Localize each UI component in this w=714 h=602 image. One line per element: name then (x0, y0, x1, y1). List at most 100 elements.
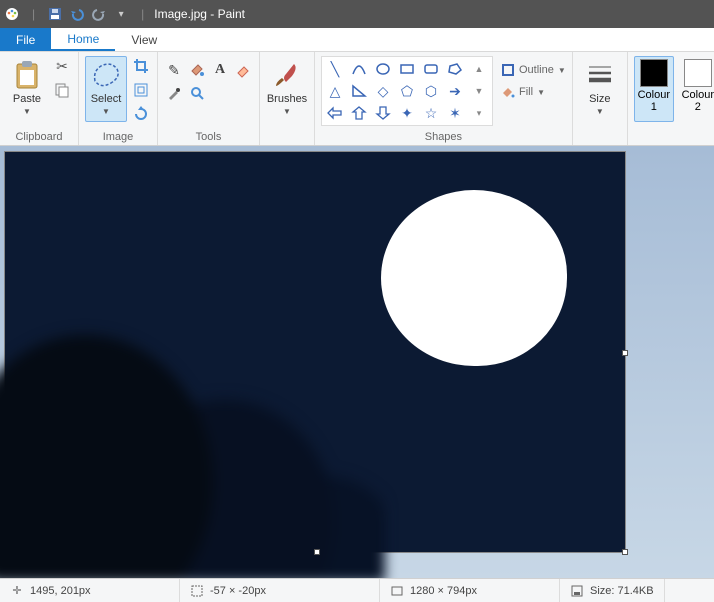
resize-icon[interactable] (131, 80, 151, 100)
copy-icon[interactable] (52, 80, 72, 100)
group-colours: Colour 1 Colour 2 Col (628, 52, 714, 145)
clipboard-icon (11, 59, 43, 91)
outline-label: Outline (519, 64, 554, 76)
text-icon[interactable]: A (210, 60, 230, 80)
chevron-down-icon: ▼ (596, 107, 604, 116)
window-title-separator: - (207, 7, 218, 21)
brushes-button[interactable]: Brushes ▼ (266, 56, 308, 122)
shape-oval-icon[interactable] (372, 59, 394, 79)
paste-button[interactable]: Paste ▼ (6, 56, 48, 122)
pencil-icon[interactable]: ✎ (164, 60, 184, 80)
colour-1-swatch (640, 59, 668, 87)
status-file-size: Size: 71.4KB (560, 579, 665, 602)
workspace[interactable] (0, 146, 714, 578)
brush-icon (271, 59, 303, 91)
group-tools-label: Tools (196, 129, 222, 143)
eraser-icon[interactable] (233, 60, 253, 80)
shape-star4-icon[interactable]: ✦ (396, 103, 418, 123)
shape-star5-icon[interactable]: ☆ (420, 103, 442, 123)
group-clipboard-label: Clipboard (15, 129, 62, 143)
shape-arrow-right-icon[interactable]: ➔ (444, 81, 466, 101)
tab-home[interactable]: Home (51, 28, 115, 51)
shape-arrow-left-icon[interactable] (324, 103, 346, 123)
rotate-icon[interactable] (131, 104, 151, 124)
group-image: Select ▼ Image (79, 52, 158, 145)
shape-more-icon[interactable]: ▾ (468, 103, 490, 123)
select-button[interactable]: Select ▼ (85, 56, 127, 122)
size-label: Size (589, 93, 610, 105)
shape-line-icon[interactable]: ╲ (324, 59, 346, 79)
group-tools: ✎ A Tools (158, 52, 260, 145)
save-icon[interactable] (47, 6, 63, 22)
qat-dropdown-icon[interactable]: ▾ (113, 6, 129, 22)
shape-scroll-down-icon[interactable]: ▼ (468, 81, 490, 101)
app-icon (4, 6, 20, 22)
separator: | (32, 7, 35, 21)
crosshair-icon: ✛ (10, 584, 24, 598)
brushes-label: Brushes (267, 93, 307, 105)
image-content-trees (0, 222, 385, 578)
paste-label: Paste (13, 93, 41, 105)
shape-pentagon-icon[interactable]: ⬠ (396, 81, 418, 101)
shape-scroll-up-icon[interactable]: ▲ (468, 59, 490, 79)
shape-star6-icon[interactable]: ✶ (444, 103, 466, 123)
chevron-down-icon: ▼ (23, 107, 31, 116)
shape-outline-button[interactable]: Outline ▼ (501, 60, 566, 80)
cut-icon[interactable]: ✂ (52, 56, 72, 76)
size-button[interactable]: Size ▼ (579, 56, 621, 122)
magnifier-icon[interactable] (187, 83, 207, 103)
shape-triangle-icon[interactable]: △ (324, 81, 346, 101)
color-picker-icon[interactable] (164, 83, 184, 103)
colour-2-button[interactable]: Colour 2 (678, 56, 714, 122)
redo-icon[interactable] (91, 6, 107, 22)
window-title-appname: Paint (218, 7, 245, 21)
resize-handle-corner[interactable] (622, 549, 628, 555)
chevron-down-icon: ▼ (537, 88, 545, 97)
shape-rect-icon[interactable] (396, 59, 418, 79)
status-canvas-size: 1280 × 794px (380, 579, 560, 602)
image-content-moon (381, 190, 567, 366)
chevron-down-icon: ▼ (283, 107, 291, 116)
resize-handle-right[interactable] (622, 350, 628, 356)
resize-handle-bottom[interactable] (314, 549, 320, 555)
shape-fill-button[interactable]: Fill ▼ (501, 82, 566, 102)
shape-diamond-icon[interactable]: ◇ (372, 81, 394, 101)
tab-view[interactable]: View (115, 28, 173, 51)
shape-polygon-icon[interactable] (444, 59, 466, 79)
shape-hexagon-icon[interactable]: ⬡ (420, 81, 442, 101)
group-brushes: Brushes ▼ (260, 52, 315, 145)
undo-icon[interactable] (69, 6, 85, 22)
fill-bucket-icon (501, 85, 515, 99)
fill-icon[interactable] (187, 60, 207, 80)
colour-1-button[interactable]: Colour 1 (634, 56, 674, 122)
title-bar: | ▾ | Image.jpg - Paint (0, 0, 714, 28)
shape-curve-icon[interactable] (348, 59, 370, 79)
chevron-down-icon: ▼ (558, 66, 566, 75)
separator: | (141, 7, 144, 21)
shape-arrow-up-icon[interactable] (348, 103, 370, 123)
window-title-filename: Image.jpg (154, 7, 207, 21)
select-label: Select (91, 93, 122, 105)
chevron-down-icon: ▼ (102, 107, 110, 116)
colour-1-label: Colour 1 (638, 89, 670, 113)
status-bar: ✛ 1495, 201px -57 × -20px 1280 × 794px S… (0, 578, 714, 602)
status-cursor-position: ✛ 1495, 201px (0, 579, 180, 602)
colour-2-label: Colour 2 (682, 89, 714, 113)
shape-arrow-down-icon[interactable] (372, 103, 394, 123)
shapes-gallery[interactable]: ╲ ▲ △ ◇ ⬠ ⬡ ➔ ▼ ✦ ☆ ✶ ▾ (321, 56, 493, 126)
canvas-size-icon (390, 584, 404, 598)
status-cursor-value: 1495, 201px (30, 585, 91, 597)
ribbon-tabs: File Home View (0, 28, 714, 52)
group-shapes: ╲ ▲ △ ◇ ⬠ ⬡ ➔ ▼ ✦ ☆ ✶ ▾ (315, 52, 573, 145)
shape-roundrect-icon[interactable] (420, 59, 442, 79)
disk-icon (570, 584, 584, 598)
tab-file[interactable]: File (0, 28, 51, 51)
group-shapes-label: Shapes (425, 129, 462, 143)
shape-right-triangle-icon[interactable] (348, 81, 370, 101)
status-filesize-value: Size: 71.4KB (590, 585, 654, 597)
canvas[interactable] (5, 152, 625, 552)
outline-icon (501, 63, 515, 77)
crop-icon[interactable] (131, 56, 151, 76)
select-icon (90, 59, 122, 91)
group-size-label (598, 129, 601, 143)
